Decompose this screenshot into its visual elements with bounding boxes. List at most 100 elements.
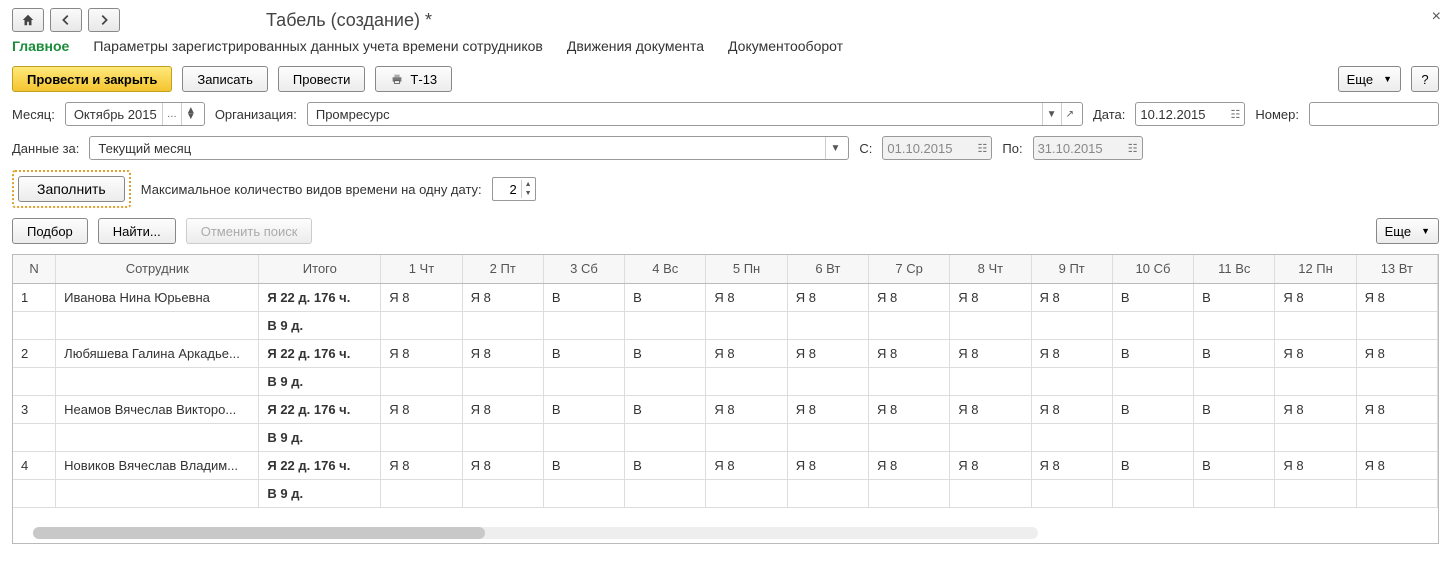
cell-day[interactable]: В xyxy=(543,451,624,479)
cell-day[interactable]: В xyxy=(1112,283,1193,311)
scrollbar-thumb[interactable] xyxy=(33,527,485,539)
cell-employee[interactable]: Новиков Вячеслав Владим... xyxy=(56,451,259,479)
cell-day[interactable]: Я 8 xyxy=(868,451,949,479)
tab-movements[interactable]: Движения документа xyxy=(567,38,704,54)
cell-day[interactable]: Я 8 xyxy=(1356,451,1437,479)
table-row[interactable]: 1Иванова Нина ЮрьевнаЯ 22 д. 176 ч.Я 8Я … xyxy=(13,283,1438,311)
open-external-icon[interactable]: ↗ xyxy=(1061,103,1078,125)
col-header-day-13[interactable]: 13 Вт xyxy=(1356,255,1437,283)
cell-day[interactable]: В xyxy=(1194,451,1275,479)
home-button[interactable] xyxy=(12,8,44,32)
table-row[interactable]: 3Неамов Вячеслав Викторо...Я 22 д. 176 ч… xyxy=(13,395,1438,423)
cell-day[interactable]: Я 8 xyxy=(381,395,462,423)
cell-day[interactable]: Я 8 xyxy=(787,339,868,367)
col-header-total[interactable]: Итого xyxy=(259,255,381,283)
table-row[interactable]: 2Любяшева Галина Аркадье...Я 22 д. 176 ч… xyxy=(13,339,1438,367)
cell-day[interactable]: Я 8 xyxy=(868,339,949,367)
write-button[interactable]: Записать xyxy=(182,66,268,92)
cell-day[interactable]: Я 8 xyxy=(1031,395,1112,423)
range-combo[interactable]: Текущий месяц ▼ xyxy=(89,136,849,160)
col-header-day-3[interactable]: 3 Сб xyxy=(543,255,624,283)
col-header-day-5[interactable]: 5 Пн xyxy=(706,255,787,283)
cell-day[interactable]: Я 8 xyxy=(868,283,949,311)
cell-day[interactable]: Я 8 xyxy=(462,395,543,423)
cell-day[interactable]: Я 8 xyxy=(1031,283,1112,311)
t13-print-button[interactable]: Т-13 xyxy=(375,66,452,92)
col-header-employee[interactable]: Сотрудник xyxy=(56,255,259,283)
cell-day[interactable]: В xyxy=(1194,339,1275,367)
col-header-day-4[interactable]: 4 Вс xyxy=(625,255,706,283)
cell-day[interactable]: Я 8 xyxy=(706,283,787,311)
cell-day[interactable]: В xyxy=(1112,395,1193,423)
timesheet-grid[interactable]: NСотрудникИтого1 Чт2 Пт3 Сб4 Вс5 Пн6 Вт7… xyxy=(12,254,1439,544)
tab-params[interactable]: Параметры зарегистрированных данных учет… xyxy=(93,38,543,54)
cell-day[interactable]: Я 8 xyxy=(462,451,543,479)
col-header-n[interactable]: N xyxy=(13,255,56,283)
cell-day[interactable]: Я 8 xyxy=(1275,451,1356,479)
back-button[interactable] xyxy=(50,8,82,32)
cell-day[interactable]: Я 8 xyxy=(950,283,1031,311)
cell-day[interactable]: Я 8 xyxy=(1275,339,1356,367)
post-button[interactable]: Провести xyxy=(278,66,366,92)
cell-day[interactable]: В xyxy=(625,339,706,367)
cell-day[interactable]: Я 8 xyxy=(787,283,868,311)
table-row-sub[interactable]: ..В 9 д. xyxy=(13,479,1438,507)
table-more-button[interactable]: Еще ▼ xyxy=(1376,218,1439,244)
cell-day[interactable]: Я 8 xyxy=(706,451,787,479)
dropdown-icon[interactable]: ▼ xyxy=(1042,103,1061,125)
cell-day[interactable]: В xyxy=(543,395,624,423)
cell-day[interactable]: В xyxy=(1194,395,1275,423)
ellipsis-icon[interactable]: … xyxy=(162,103,181,125)
maxkinds-stepper[interactable]: ▲▼ xyxy=(492,177,536,201)
cell-day[interactable]: В xyxy=(543,283,624,311)
maxkinds-value[interactable] xyxy=(493,182,521,197)
org-combo[interactable]: Промресурс ▼ ↗ xyxy=(307,102,1083,126)
col-header-day-11[interactable]: 11 Вс xyxy=(1194,255,1275,283)
number-input[interactable] xyxy=(1309,102,1439,126)
cell-day[interactable]: Я 8 xyxy=(950,395,1031,423)
cell-day[interactable]: В xyxy=(1112,451,1193,479)
cell-day[interactable]: Я 8 xyxy=(1031,451,1112,479)
col-header-day-6[interactable]: 6 Вт xyxy=(787,255,868,283)
cell-day[interactable]: Я 8 xyxy=(950,451,1031,479)
find-button[interactable]: Найти... xyxy=(98,218,176,244)
cell-day[interactable]: В xyxy=(625,395,706,423)
cell-day[interactable]: Я 8 xyxy=(787,395,868,423)
horizontal-scrollbar[interactable] xyxy=(33,527,1038,539)
step-up-icon[interactable]: ▲ xyxy=(522,180,535,189)
cell-day[interactable]: В xyxy=(625,451,706,479)
cell-employee[interactable]: Любяшева Галина Аркадье... xyxy=(56,339,259,367)
cell-day[interactable]: Я 8 xyxy=(462,339,543,367)
cell-day[interactable]: В xyxy=(1112,339,1193,367)
col-header-day-7[interactable]: 7 Ср xyxy=(868,255,949,283)
cell-day[interactable]: В xyxy=(543,339,624,367)
post-and-close-button[interactable]: Провести и закрыть xyxy=(12,66,172,92)
close-button[interactable]: × xyxy=(1432,8,1441,26)
table-row[interactable]: 4Новиков Вячеслав Владим...Я 22 д. 176 ч… xyxy=(13,451,1438,479)
tab-docflow[interactable]: Документооборот xyxy=(728,38,843,54)
cell-day[interactable]: В xyxy=(1194,283,1275,311)
cell-day[interactable]: Я 8 xyxy=(787,451,868,479)
cell-day[interactable]: Я 8 xyxy=(462,283,543,311)
cell-day[interactable]: Я 8 xyxy=(1031,339,1112,367)
cell-day[interactable]: Я 8 xyxy=(1275,283,1356,311)
cell-day[interactable]: Я 8 xyxy=(1275,395,1356,423)
fill-button[interactable]: Заполнить xyxy=(18,176,125,202)
col-header-day-12[interactable]: 12 Пн xyxy=(1275,255,1356,283)
cell-day[interactable]: Я 8 xyxy=(950,339,1031,367)
table-row-sub[interactable]: ..В 9 д. xyxy=(13,311,1438,339)
cell-day[interactable]: Я 8 xyxy=(706,339,787,367)
month-stepper[interactable]: ▲▼ xyxy=(181,103,200,125)
dropdown-icon[interactable]: ▼ xyxy=(825,137,844,159)
col-header-day-8[interactable]: 8 Чт xyxy=(950,255,1031,283)
cell-day[interactable]: Я 8 xyxy=(381,339,462,367)
table-row-sub[interactable]: ..В 9 д. xyxy=(13,367,1438,395)
more-actions-button[interactable]: Еще ▼ xyxy=(1338,66,1401,92)
pick-button[interactable]: Подбор xyxy=(12,218,88,244)
col-header-day-2[interactable]: 2 Пт xyxy=(462,255,543,283)
col-header-day-10[interactable]: 10 Сб xyxy=(1112,255,1193,283)
col-header-day-9[interactable]: 9 Пт xyxy=(1031,255,1112,283)
month-combo[interactable]: Октябрь 2015 … ▲▼ xyxy=(65,102,205,126)
calendar-icon[interactable]: ☷ xyxy=(1230,108,1240,121)
cell-day[interactable]: Я 8 xyxy=(706,395,787,423)
